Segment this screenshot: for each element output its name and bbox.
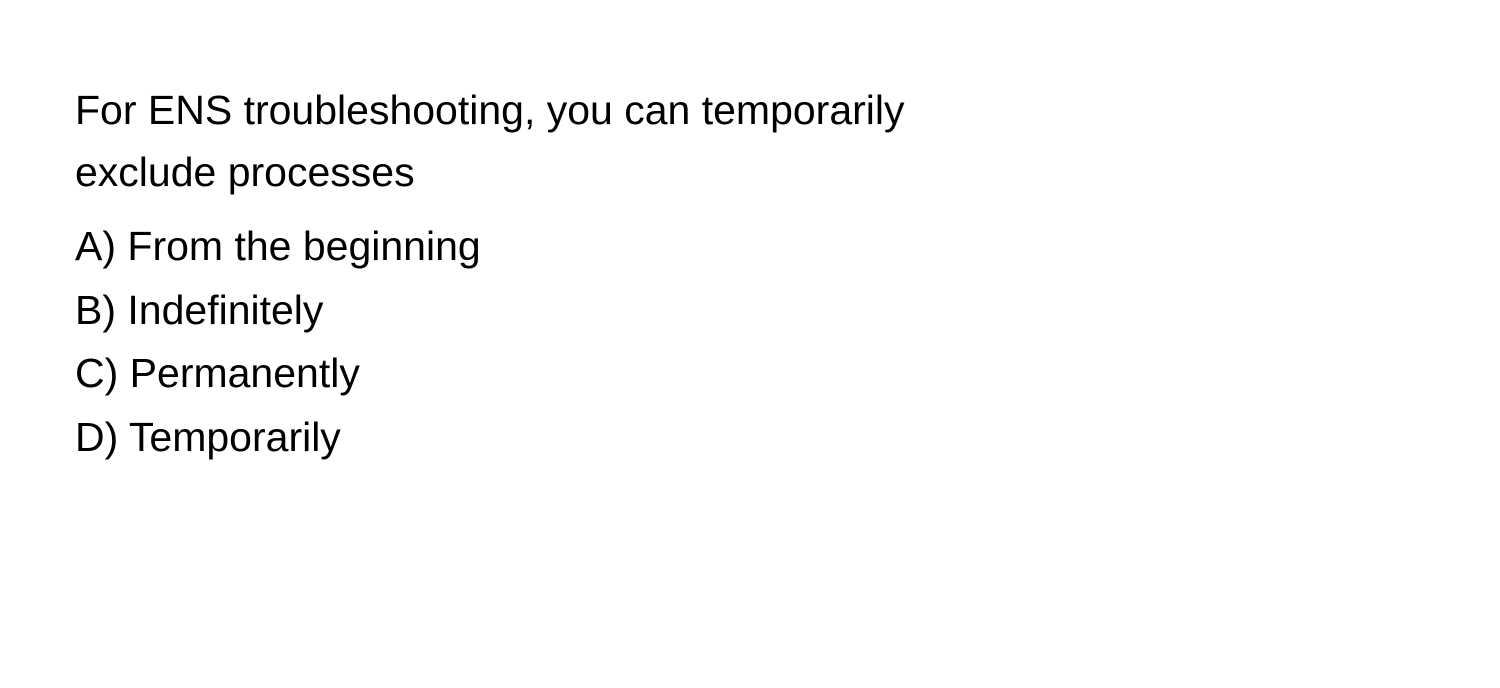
option-d-text: Temporarily — [129, 414, 341, 460]
option-c-text: Permanently — [130, 350, 360, 396]
option-b: B) Indefinitely — [75, 279, 975, 343]
option-b-label: B) — [75, 287, 116, 333]
option-d-label: D) — [75, 414, 118, 460]
question-container: For ENS troubleshooting, you can tempora… — [75, 80, 975, 469]
option-c-label: C) — [75, 350, 118, 396]
option-b-text: Indefinitely — [127, 287, 323, 333]
option-c: C) Permanently — [75, 342, 975, 406]
option-a-label: A) — [75, 223, 116, 269]
option-a: A) From the beginning — [75, 215, 975, 279]
question-text: For ENS troubleshooting, you can tempora… — [75, 80, 975, 203]
option-a-text: From the beginning — [127, 223, 480, 269]
option-d: D) Temporarily — [75, 406, 975, 470]
